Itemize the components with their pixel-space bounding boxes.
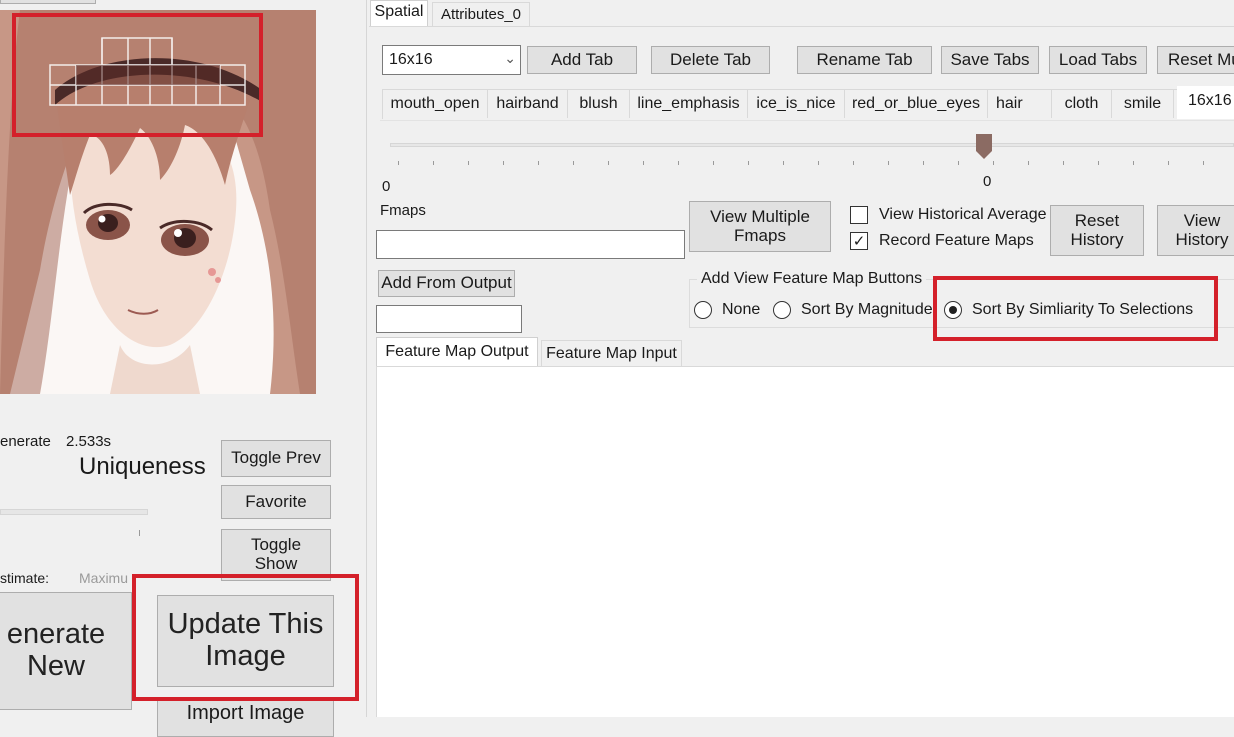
radio-similarity-label[interactable]: Sort By Simliarity To Selections [972,301,1193,319]
tick-mark [139,530,140,536]
estimate-value: Maximu [79,570,129,586]
view-multiple-fmaps-button[interactable]: View Multiple Fmaps [689,201,831,252]
fmaps-input[interactable] [376,230,685,259]
delete-tab-button[interactable]: Delete Tab [651,46,770,74]
add-from-output-input[interactable] [376,305,522,333]
radio-magnitude-label[interactable]: Sort By Magnitude [801,301,933,319]
generate-new-button[interactable]: enerate New [0,592,132,710]
tab-mouth-open[interactable]: mouth_open [383,90,488,118]
slider-ticks [398,161,1234,165]
view-history-button[interactable]: View History [1157,205,1234,256]
rename-tab-button[interactable]: Rename Tab [797,46,932,74]
tab-red-or-blue-eyes[interactable]: red_or_blue_eyes [845,90,988,118]
reset-history-button[interactable]: Reset History [1050,205,1144,256]
grid-size-value: 16x16 [389,51,433,68]
slider-min-label: 0 [382,178,391,195]
panel-divider [366,0,367,717]
view-historical-average-label[interactable]: View Historical Average [879,206,1047,224]
tab-hair[interactable]: hair [988,90,1052,118]
radio-none[interactable] [694,301,712,319]
feature-map-panel [376,366,1234,717]
add-tab-button[interactable]: Add Tab [527,46,637,74]
fmaps-label: Fmaps [380,202,426,219]
tab-feature-map-input[interactable]: Feature Map Input [541,340,682,367]
tab-16x16[interactable]: 16x16 [1177,86,1234,119]
record-feature-maps-label[interactable]: Record Feature Maps [879,232,1034,250]
toggle-prev-button[interactable]: Toggle Prev [221,440,331,477]
radio-none-label[interactable]: None [722,301,760,319]
add-from-output-button[interactable]: Add From Output [378,270,515,297]
view-historical-average-checkbox[interactable] [850,206,868,224]
reset-button[interactable]: Reset Mu [1157,46,1234,74]
tab-spatial[interactable]: Spatial [370,0,428,26]
tab-ice-is-nice[interactable]: ice_is_nice [748,90,845,118]
left-panel: enerate 2.533s Uniqueness Toggle Prev Fa… [0,0,366,737]
tab-attributes[interactable]: Attributes_0 [432,2,530,26]
load-tabs-button[interactable]: Load Tabs [1049,46,1147,74]
generated-image[interactable] [0,10,316,394]
tab-line-emphasis[interactable]: line_emphasis [630,90,748,118]
radio-similarity[interactable] [944,301,962,319]
tab-hairband[interactable]: hairband [488,90,568,118]
generate-time: 2.533s [66,433,112,450]
tab-blush[interactable]: blush [568,90,630,118]
portrait-illustration [0,10,316,394]
estimate-label: stimate: [0,570,50,586]
slider-value-label: 0 [983,173,992,190]
toggle-show-button[interactable]: Toggle Show [221,529,331,581]
uniqueness-label: Uniqueness [79,453,206,480]
update-image-button[interactable]: Update This Image [157,595,334,687]
tab-feature-map-output[interactable]: Feature Map Output [376,337,538,367]
uniqueness-track[interactable] [0,509,148,515]
tab-smile[interactable]: smile [1112,90,1174,118]
tab-cloth[interactable]: cloth [1052,90,1112,118]
import-image-button[interactable]: Import Image [157,697,334,737]
chevron-down-icon: ⌄ [504,50,516,66]
slider-panel [380,120,1234,198]
record-feature-maps-checkbox[interactable]: ✓ [850,232,868,250]
save-tabs-button[interactable]: Save Tabs [941,46,1039,74]
generate-label: enerate [0,433,51,450]
radio-magnitude[interactable] [773,301,791,319]
favorite-button[interactable]: Favorite [221,485,331,519]
cut-off-button[interactable] [0,0,96,4]
slider-thumb[interactable] [976,134,992,159]
view-buttons-group-label: Add View Feature Map Buttons [697,270,927,288]
grid-size-select[interactable]: 16x16 ⌄ [382,45,521,75]
slider-track[interactable] [390,143,1234,147]
